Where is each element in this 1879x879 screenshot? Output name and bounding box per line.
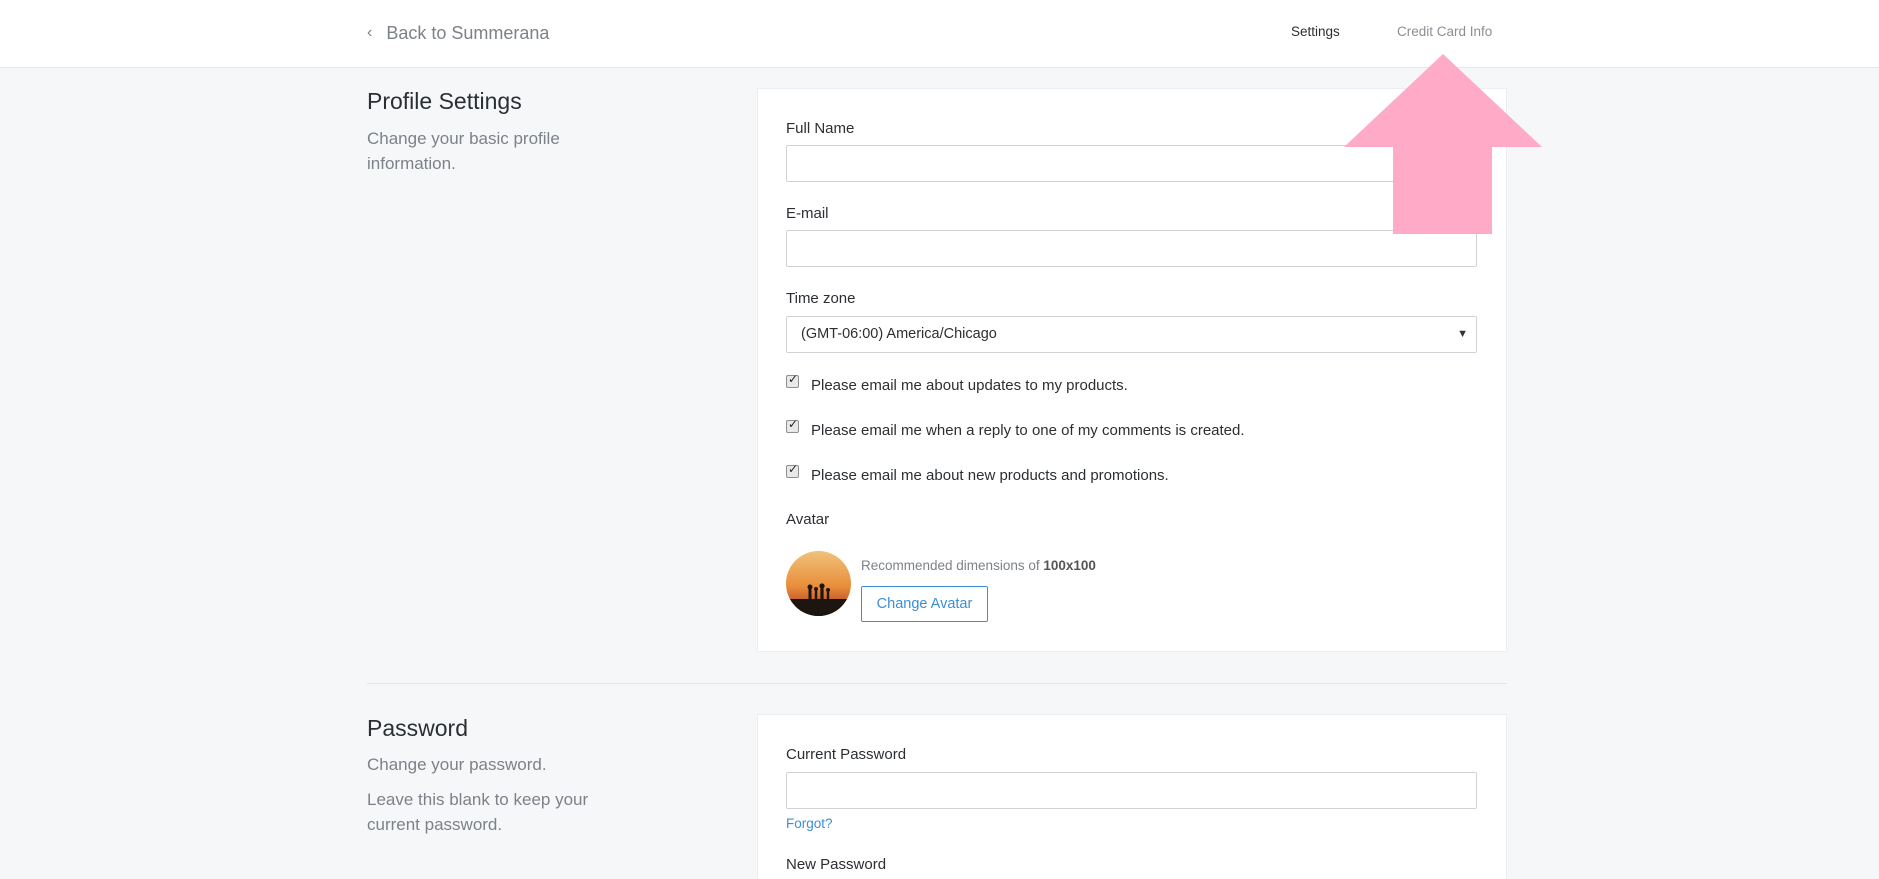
avatar-hint-text: Recommended dimensions of — [861, 558, 1044, 573]
timezone-select[interactable]: (GMT-06:00) America/Chicago ▼ — [786, 316, 1477, 353]
chevron-left-icon: ‹ — [367, 24, 373, 41]
checkbox-updates-label: Please email me about updates to my prod… — [811, 376, 1128, 394]
password-description-1: Change your password. — [367, 755, 547, 774]
forgot-password-link[interactable]: Forgot? — [786, 816, 833, 831]
password-section-title: Password — [367, 715, 468, 741]
checkbox-promotions[interactable]: ✓ — [786, 461, 799, 478]
checkmark-icon: ✓ — [788, 371, 799, 386]
nav-credit-card-info[interactable]: Credit Card Info — [1397, 24, 1492, 39]
checkbox-updates[interactable]: ✓ — [786, 371, 799, 388]
new-password-label: New Password — [786, 856, 887, 873]
profile-section-description: Change your basic profile information. — [367, 129, 560, 173]
avatar-label: Avatar — [786, 511, 830, 528]
timezone-label: Time zone — [786, 290, 856, 307]
checkbox-row-replies: ✓ Please email me when a reply to one of… — [786, 416, 1245, 440]
section-divider — [367, 683, 1507, 684]
checkmark-icon: ✓ — [788, 416, 799, 431]
email-label: E-mail — [786, 205, 829, 222]
back-link[interactable]: ‹ Back to Summerana — [367, 20, 549, 46]
checkbox-replies-label: Please email me when a reply to one of m… — [811, 421, 1245, 439]
back-link-label: Back to Summerana — [386, 22, 550, 43]
current-password-input[interactable] — [786, 772, 1477, 809]
checkbox-promotions-label: Please email me about new products and p… — [811, 466, 1169, 484]
timezone-value: (GMT-06:00) America/Chicago — [801, 326, 997, 342]
nav-settings[interactable]: Settings — [1291, 24, 1340, 39]
caret-down-icon: ▼ — [1457, 328, 1468, 340]
checkbox-replies[interactable]: ✓ — [786, 416, 799, 433]
checkmark-icon: ✓ — [788, 461, 799, 476]
avatar-image — [786, 551, 851, 616]
top-bar: ‹ Back to Summerana Settings Credit Card… — [0, 0, 1879, 68]
avatar-hint-dimensions: 100x100 — [1043, 558, 1096, 573]
change-avatar-button[interactable]: Change Avatar — [861, 586, 988, 622]
profile-section-title: Profile Settings — [367, 88, 522, 114]
password-description-2: Leave this blank to keep your current pa… — [367, 790, 589, 834]
avatar — [786, 551, 851, 616]
current-password-label: Current Password — [786, 746, 907, 763]
checkbox-row-updates: ✓ Please email me about updates to my pr… — [786, 371, 1128, 395]
checkbox-row-promotions: ✓ Please email me about new products and… — [786, 461, 1169, 485]
full-name-label: Full Name — [786, 120, 855, 137]
pointer-arrow-icon — [1344, 54, 1542, 234]
avatar-hint: Recommended dimensions of 100x100 — [861, 558, 1096, 573]
